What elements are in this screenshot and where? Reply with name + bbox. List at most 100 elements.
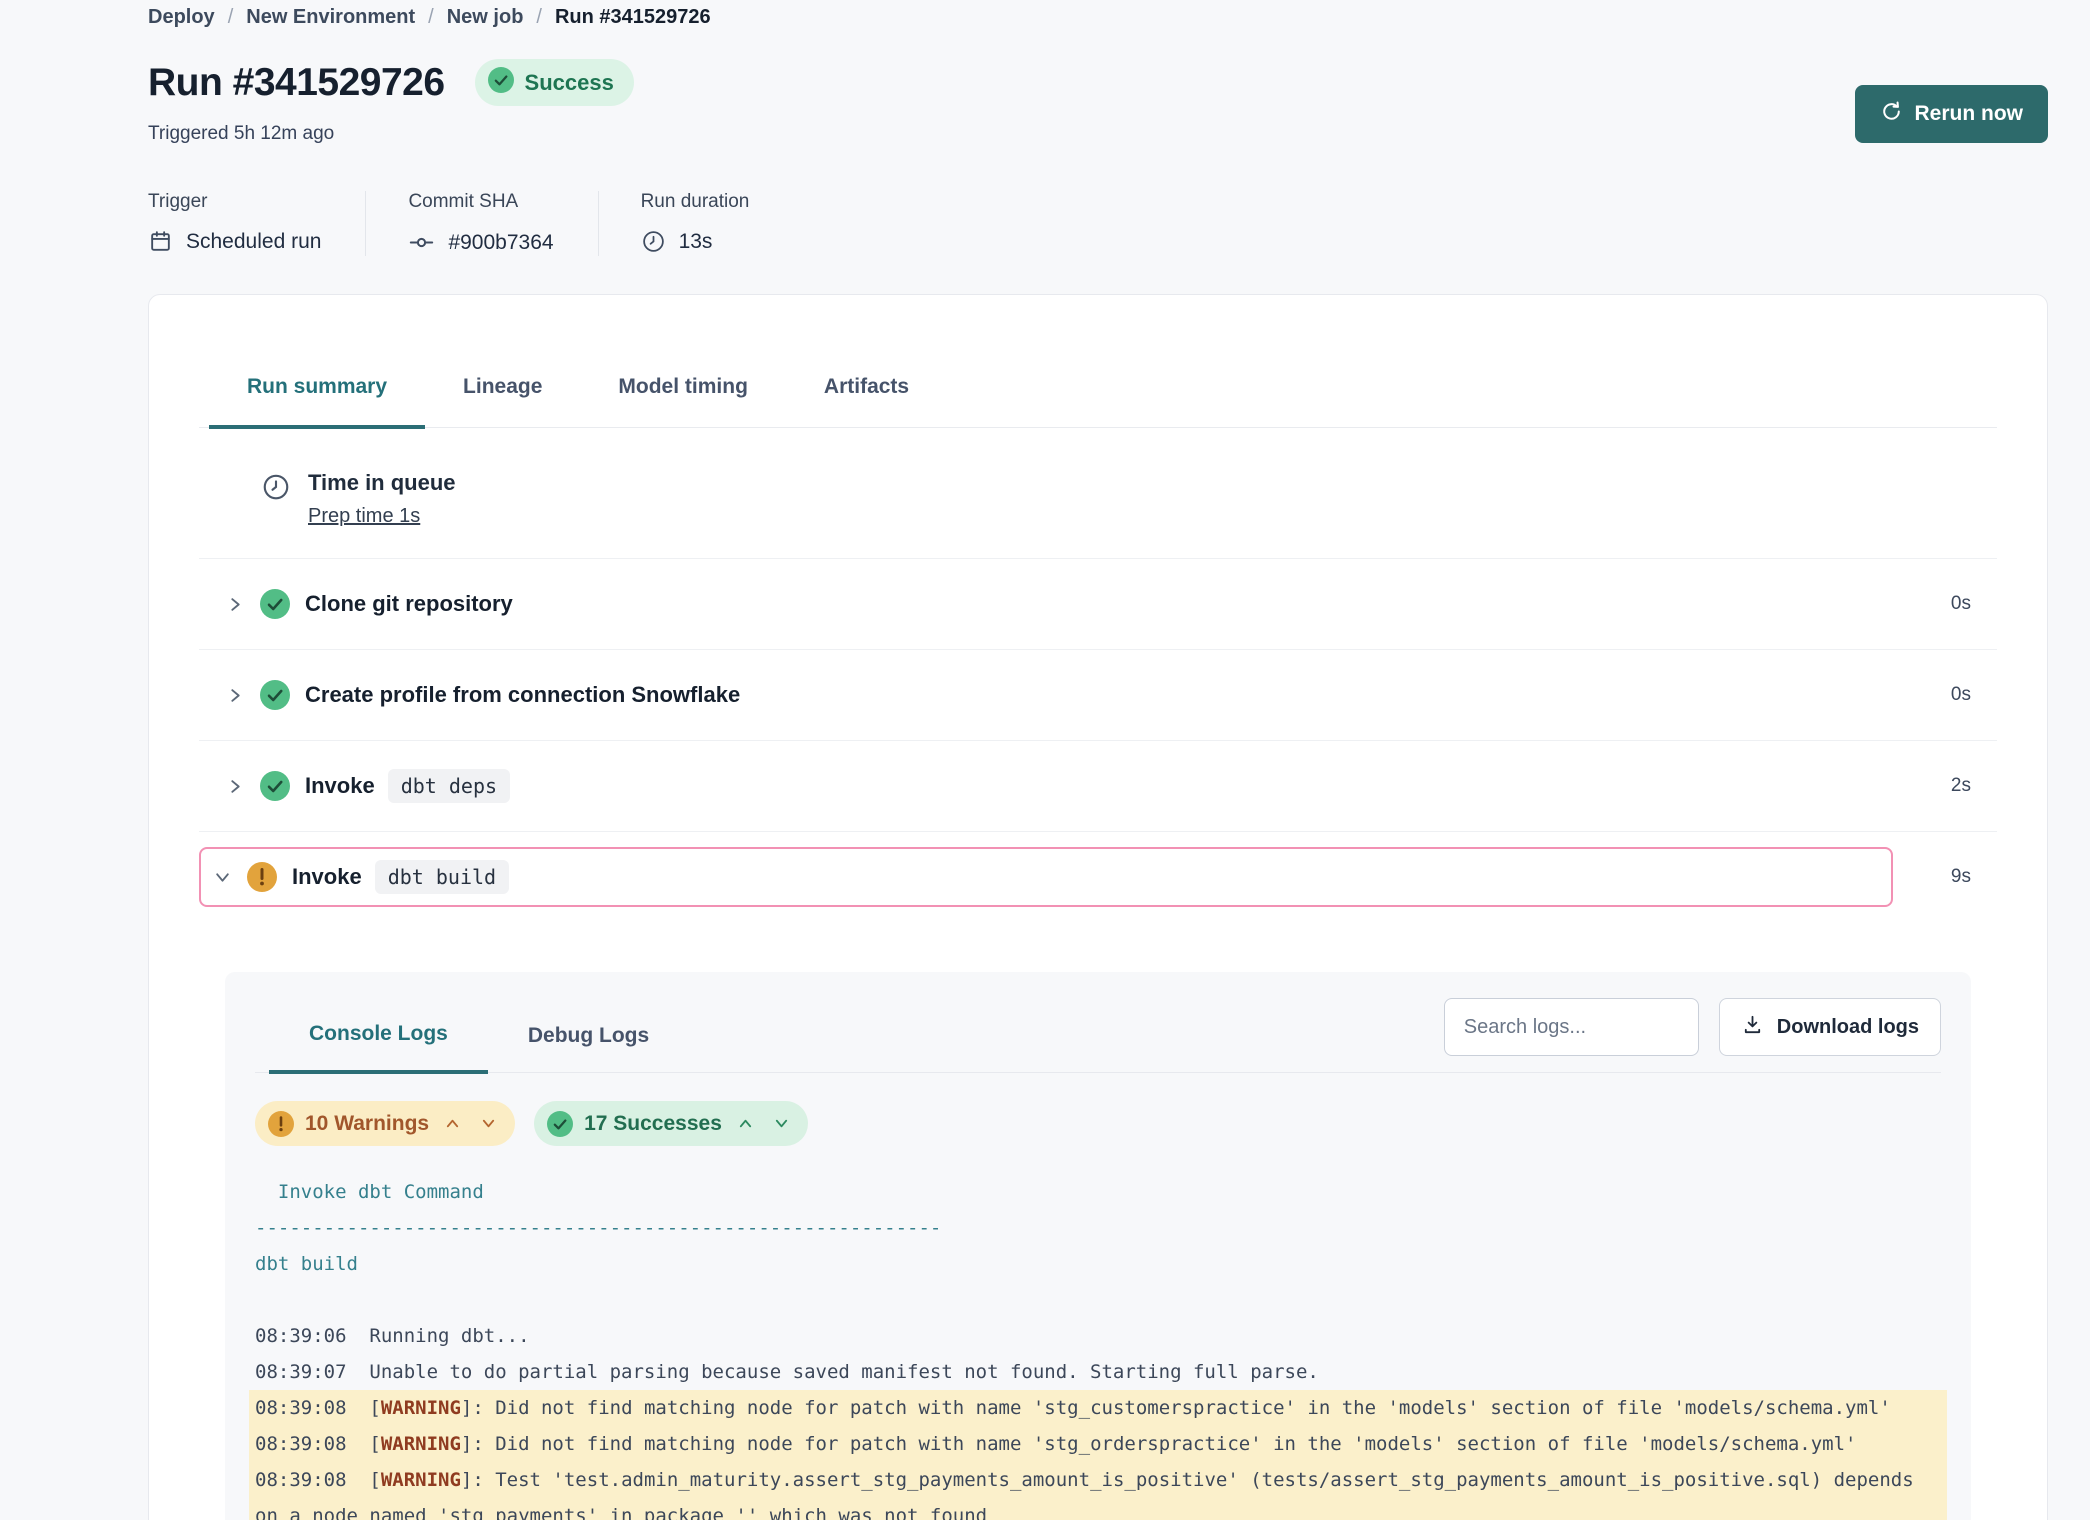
warning-tag: WARNING (381, 1397, 461, 1419)
page-title: Run #341529726 (148, 61, 445, 105)
breadcrumb-separator: / (228, 6, 234, 29)
filter-pill-label: 10 Warnings (305, 1112, 429, 1136)
warnings-filter-pill: 10 Warnings (255, 1101, 515, 1146)
log-line: 08:39:08 [WARNING]: Test 'test.admin_mat… (249, 1462, 1947, 1520)
log-line (249, 1282, 1947, 1318)
step-title: Create profile from connection Snowflake (305, 682, 740, 708)
tab-lineage[interactable]: Lineage (425, 375, 580, 427)
step-row[interactable]: Clone git repository 0s (199, 558, 1997, 649)
log-line: 08:39:06 Running dbt... (249, 1318, 1947, 1354)
meta-value: #900b7364 (408, 229, 553, 256)
clock-icon (641, 229, 666, 254)
commit-icon (408, 229, 435, 256)
log-line: ----------------------------------------… (249, 1210, 1947, 1246)
rerun-now-button[interactable]: Rerun now (1855, 85, 2049, 143)
step-duration: 2s (1951, 775, 1971, 797)
tab-model-timing[interactable]: Model timing (580, 375, 786, 427)
prev-match-button[interactable] (733, 1114, 758, 1133)
prep-time-link[interactable]: Prep time 1s (308, 505, 420, 528)
meta-value: 13s (641, 229, 750, 254)
meta-label: Trigger (148, 191, 321, 213)
breadcrumb-item[interactable]: New job (447, 6, 524, 29)
meta-column: Trigger Scheduled run (148, 191, 365, 256)
meta-value-text: Scheduled run (186, 230, 321, 254)
filter-pill-label: 17 Successes (584, 1112, 722, 1136)
log-line: dbt build (249, 1246, 1947, 1282)
step-title: Invoke (292, 864, 362, 890)
warning-circle-icon (268, 1111, 294, 1137)
run-tabs: Run summaryLineageModel timingArtifacts (199, 375, 1997, 428)
run-header: Run #341529726 Success Triggered 5h 12m … (148, 59, 2048, 145)
chevron-right-icon[interactable] (227, 596, 249, 613)
step-command-chip: dbt deps (388, 769, 510, 803)
logs-header: Console LogsDebug Logs Download logs (255, 998, 1941, 1073)
run-title-block: Run #341529726 Success Triggered 5h 12m … (148, 59, 634, 145)
log-line: 08:39:07 Unable to do partial parsing be… (249, 1354, 1947, 1390)
step-row[interactable]: Invoke dbt build 9s (199, 831, 1997, 924)
chevron-right-icon[interactable] (227, 687, 249, 704)
breadcrumb-separator: / (428, 6, 434, 29)
next-match-button[interactable] (476, 1114, 501, 1133)
chevron-right-icon[interactable] (227, 778, 249, 795)
time-in-queue-title: Time in queue (308, 470, 456, 496)
warning-tag: WARNING (381, 1433, 461, 1455)
step-row[interactable]: Invoke dbt deps 2s (199, 740, 1997, 831)
prev-match-button[interactable] (440, 1114, 465, 1133)
rerun-now-label: Rerun now (1915, 102, 2024, 126)
log-line: 08:39:08 [WARNING]: Did not find matchin… (249, 1390, 1947, 1426)
step-warning-icon (247, 862, 277, 892)
meta-value: Scheduled run (148, 229, 321, 254)
tab-artifacts[interactable]: Artifacts (786, 375, 947, 427)
meta-column: Commit SHA #900b7364 (365, 191, 597, 256)
breadcrumb-item[interactable]: Deploy (148, 6, 215, 29)
logs-tabs: Console LogsDebug Logs (255, 998, 689, 1072)
log-filter-pills: 10 Warnings 17 Successes (255, 1101, 1941, 1146)
step-duration: 9s (1893, 866, 1971, 888)
step-success-icon (260, 680, 290, 710)
logs-panel: Console LogsDebug Logs Download logs 10 … (225, 972, 1971, 1520)
check-circle-icon (547, 1111, 573, 1137)
meta-label: Commit SHA (408, 191, 553, 213)
step-command-chip: dbt build (375, 860, 509, 894)
warning-tag: WARNING (381, 1469, 461, 1491)
breadcrumb-item[interactable]: Run #341529726 (555, 6, 711, 29)
meta-value-text: #900b7364 (448, 231, 553, 255)
step-row[interactable]: Create profile from connection Snowflake… (199, 649, 1997, 740)
download-icon (1741, 1013, 1764, 1042)
steps-list: Clone git repository0sCreate profile fro… (199, 558, 1997, 924)
chevron-down-icon[interactable] (214, 869, 236, 886)
download-logs-label: Download logs (1777, 1016, 1919, 1039)
time-in-queue-section: Time in queue Prep time 1s (199, 428, 1997, 558)
step-title: Invoke (305, 773, 375, 799)
check-circle-icon (488, 67, 514, 99)
triggered-text: Triggered 5h 12m ago (148, 123, 634, 145)
refresh-icon (1880, 100, 1903, 129)
breadcrumb-separator: / (536, 6, 542, 29)
step-success-icon (260, 771, 290, 801)
run-card: Run summaryLineageModel timingArtifacts … (148, 294, 2048, 1520)
log-line: Invoke dbt Command (249, 1174, 1947, 1210)
tab-run-summary[interactable]: Run summary (209, 375, 425, 429)
tab-console-logs[interactable]: Console Logs (269, 1022, 488, 1074)
search-logs-input[interactable] (1444, 998, 1699, 1056)
logs-actions: Download logs (1444, 998, 1941, 1072)
tab-debug-logs[interactable]: Debug Logs (488, 1024, 689, 1072)
meta-column: Run duration 13s (598, 191, 794, 256)
calendar-icon (148, 229, 173, 254)
breadcrumb-item[interactable]: New Environment (246, 6, 415, 29)
download-logs-button[interactable]: Download logs (1719, 998, 1941, 1056)
step-highlight-box: Invoke dbt build (199, 847, 1893, 907)
step-duration: 0s (1951, 593, 1971, 615)
log-line: 08:39:08 [WARNING]: Did not find matchin… (249, 1426, 1947, 1462)
step-title: Clone git repository (305, 591, 513, 617)
meta-value-text: 13s (679, 230, 713, 254)
status-badge-label: Success (525, 70, 614, 96)
status-badge: Success (475, 59, 634, 106)
run-meta: Trigger Scheduled run Commit SHA #900b7364 R… (148, 191, 2048, 256)
step-duration: 0s (1951, 684, 1971, 706)
console-log-output: Invoke dbt Command----------------------… (255, 1174, 1941, 1520)
next-match-button[interactable] (769, 1114, 794, 1133)
meta-label: Run duration (641, 191, 750, 213)
step-success-icon (260, 589, 290, 619)
breadcrumb: Deploy / New Environment / New job / Run #3415… (148, 6, 2048, 29)
